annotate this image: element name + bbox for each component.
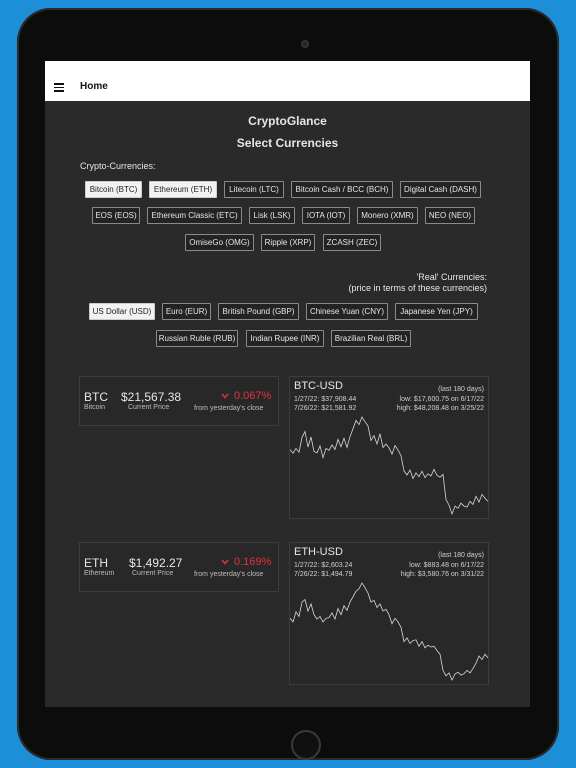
crypto-option-zec[interactable]: ZCASH (ZEC) [323,234,381,251]
price-series-line [290,416,488,516]
price-line-chart-btc [290,416,488,516]
chart-high: high: $48,208.48 on 3/25/22 [396,405,484,412]
app-screen: Home CryptoGlance Select Currencies Cryp… [45,61,530,707]
hamburger-menu-icon[interactable] [54,83,64,92]
front-camera [301,40,309,48]
crypto-option-eth[interactable]: Ethereum (ETH) [149,181,217,198]
chart-period: (last 180 days) [438,552,484,559]
ticker-price: $1,492.27 [129,556,183,570]
ticker-price-label: Current Price [128,404,170,411]
crypto-option-xmr[interactable]: Monero (XMR) [357,207,418,224]
ticker-change: 0.169% [234,556,272,568]
chart-pair: BTC-USD [294,380,343,392]
crypto-section-label: Crypto-Currencies: [80,161,156,171]
ticker-symbol: BTC [84,390,108,404]
appbar-title: Home [80,81,108,92]
chart-low: low: $17,600.75 on 6/17/22 [399,396,484,403]
chart-end: 7/26/22: $1,494.79 [294,571,353,578]
fiat-option-eur[interactable]: Euro (EUR) [162,303,211,320]
chart-period: (last 180 days) [438,386,484,393]
ticker-price: $21,567.38 [121,390,182,404]
ticker-symbol: ETH [84,556,108,570]
chevron-down-icon [221,559,229,565]
crypto-option-lsk[interactable]: Lisk (LSK) [249,207,295,224]
crypto-option-eos[interactable]: EOS (EOS) [92,207,140,224]
crypto-option-xrp[interactable]: Ripple (XRP) [261,234,315,251]
crypto-option-dash[interactable]: Digital Cash (DASH) [400,181,481,198]
chart-start: 1/27/22: $37,908.44 [294,396,357,403]
page-title: Select Currencies [236,136,339,150]
chart-high: high: $3,580.76 on 3/31/22 [400,571,484,578]
ticker-name: Bitcoin [84,404,106,411]
crypto-option-btc[interactable]: Bitcoin (BTC) [85,181,142,198]
ticker-price-label: Current Price [132,570,174,577]
home-button[interactable] [291,730,321,760]
crypto-option-omg[interactable]: OmiseGo (OMG) [185,234,254,251]
fiat-option-cny[interactable]: Chinese Yuan (CNY) [306,303,388,320]
app-bar: Home [45,61,530,101]
chart-low: low: $883.48 on 6/17/22 [409,562,484,569]
fiat-option-inr[interactable]: Indian Rupee (INR) [246,330,324,347]
crypto-option-bch[interactable]: Bitcoin Cash / BCC (BCH) [291,181,393,198]
ticker-change: 0.067% [234,390,272,402]
chart-card-eth: ETH-USD (last 180 days) 1/27/22: $2,603.… [289,542,489,685]
fiat-option-usd[interactable]: US Dollar (USD) [89,303,155,320]
fiat-section-sublabel: (price in terms of these currencies) [348,283,487,293]
fiat-option-brl[interactable]: Brazilian Real (BRL) [331,330,411,347]
ticker-change-label: from yesterday's close [194,405,264,412]
crypto-option-neo[interactable]: NEO (NEO) [425,207,475,224]
app-name: CryptoGlance [248,114,327,128]
chart-card-btc: BTC-USD (last 180 days) 1/27/22: $37,908… [289,376,489,519]
chart-end: 7/26/22: $21,581.92 [294,405,357,412]
fiat-option-jpy[interactable]: Japanese Yen (JPY) [395,303,478,320]
ticker-card-eth: ETH Ethereum $1,492.27 Current Price 0.1… [79,542,279,592]
chart-start: 1/27/22: $2,603.24 [294,562,353,569]
fiat-option-rub[interactable]: Russian Ruble (RUB) [156,330,238,347]
fiat-option-gbp[interactable]: British Pound (GBP) [218,303,299,320]
price-series-line [290,582,488,681]
crypto-option-etc[interactable]: Ethereum Classic (ETC) [147,207,242,224]
ticker-change-label: from yesterday's close [194,571,264,578]
crypto-option-iot[interactable]: IOTA (IOT) [302,207,350,224]
ticker-name: Ethereum [84,570,115,577]
crypto-option-ltc[interactable]: Litecoin (LTC) [224,181,284,198]
fiat-section-label: 'Real' Currencies: [416,272,487,282]
chart-pair: ETH-USD [294,546,343,558]
price-line-chart-eth [290,582,488,681]
chevron-down-icon [221,393,229,399]
ticker-card-btc: BTC Bitcoin $21,567.38 Current Price 0.0… [79,376,279,426]
